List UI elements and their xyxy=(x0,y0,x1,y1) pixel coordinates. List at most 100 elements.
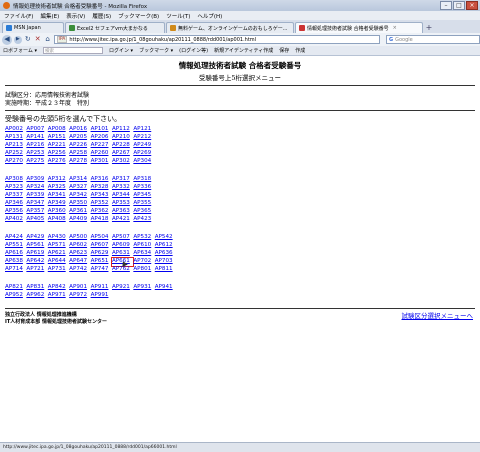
exam-number-link[interactable]: AP343 xyxy=(91,192,112,200)
exam-number-link[interactable]: AP638 xyxy=(5,258,26,266)
exam-number-link[interactable]: AP742 xyxy=(69,266,90,274)
exam-number-link[interactable]: AP205 xyxy=(69,134,90,142)
stop-button[interactable]: ✕ xyxy=(34,35,42,45)
exam-number-link[interactable]: AP607 xyxy=(91,242,112,250)
exam-number-link[interactable]: AP609 xyxy=(112,242,133,250)
exam-number-link[interactable]: AP972 xyxy=(69,292,90,300)
exam-number-link[interactable]: AP360 xyxy=(48,208,69,216)
exam-number-link[interactable]: AP206 xyxy=(91,134,112,142)
exam-number-link[interactable]: AP702 xyxy=(133,258,154,266)
exam-number-link[interactable]: AP309 xyxy=(26,176,47,184)
exam-number-link[interactable]: AP619 xyxy=(26,250,47,258)
exam-number-link[interactable]: AP361 xyxy=(69,208,90,216)
exam-number-link[interactable]: AP418 xyxy=(91,216,112,224)
exam-number-link[interactable]: AP636 xyxy=(155,250,176,258)
exam-number-link[interactable]: AP316 xyxy=(91,176,112,184)
exam-number-link[interactable]: AP911 xyxy=(91,284,112,292)
exam-number-link[interactable]: AP002 xyxy=(5,126,26,134)
exam-number-link[interactable]: AP269 xyxy=(133,150,154,158)
exam-number-link[interactable]: AP551 xyxy=(5,242,26,250)
exam-number-link[interactable]: AP721 xyxy=(26,266,47,274)
exam-number-link[interactable]: AP747 xyxy=(91,266,112,274)
exam-number-link[interactable]: AP811 xyxy=(155,266,176,274)
exam-number-link[interactable]: AP347 xyxy=(26,200,47,208)
exam-number-link[interactable]: AP323 xyxy=(5,184,26,192)
exam-number-link[interactable]: AP408 xyxy=(48,216,69,224)
bookmark-button[interactable]: ブックマーク ▾ xyxy=(139,47,173,54)
exam-number-link[interactable]: AP270 xyxy=(5,158,26,166)
exam-number-link[interactable]: AP651 xyxy=(91,258,112,266)
site-identity-badge[interactable]: IPA xyxy=(56,36,68,43)
exam-number-link[interactable]: AP256 xyxy=(48,150,69,158)
exam-number-link[interactable]: AP308 xyxy=(5,176,26,184)
forward-button[interactable]: ▶ xyxy=(13,35,22,44)
exam-number-link[interactable]: AP629 xyxy=(91,250,112,258)
exam-number-link[interactable]: AP365 xyxy=(133,208,154,216)
exam-number-link[interactable]: AP821 xyxy=(5,284,26,292)
exam-number-link[interactable]: AP341 xyxy=(48,192,69,200)
close-button[interactable]: × xyxy=(466,1,478,10)
exam-number-link[interactable]: AP325 xyxy=(48,184,69,192)
exam-number-link[interactable]: AP644 xyxy=(48,258,69,266)
exam-number-link[interactable]: AP342 xyxy=(69,192,90,200)
menu-bookmarks[interactable]: ブックマーク(B) xyxy=(118,12,159,20)
exam-number-link[interactable]: AP352 xyxy=(91,200,112,208)
exam-number-link[interactable]: AP112 xyxy=(112,126,133,134)
exam-number-link[interactable]: AP327 xyxy=(69,184,90,192)
exam-number-link[interactable]: AP634 xyxy=(133,250,154,258)
menu-view[interactable]: 表示(V) xyxy=(66,12,85,20)
exam-number-link[interactable]: AP221 xyxy=(48,142,69,150)
exam-number-link[interactable]: AP423 xyxy=(133,216,154,224)
exam-number-link[interactable]: AP355 xyxy=(133,200,154,208)
exam-number-link[interactable]: AP258 xyxy=(69,150,90,158)
exam-number-link[interactable]: AP131 xyxy=(5,134,26,142)
roboform-search-input[interactable]: 検索 xyxy=(42,47,103,54)
exam-number-link[interactable]: AP101 xyxy=(91,126,112,134)
exam-number-link[interactable]: AP612 xyxy=(155,242,176,250)
exam-number-link[interactable]: AP542 xyxy=(155,234,176,242)
exam-number-link[interactable]: AP007 xyxy=(26,126,47,134)
exam-number-link[interactable]: AP931 xyxy=(133,284,154,292)
exam-number-link[interactable]: AP642 xyxy=(26,258,47,266)
exam-number-link[interactable]: AP332 xyxy=(112,184,133,192)
exam-number-link[interactable]: AP252 xyxy=(5,150,26,158)
exam-number-link[interactable]: AP405 xyxy=(26,216,47,224)
maximize-button[interactable]: □ xyxy=(453,1,465,10)
exam-number-link[interactable]: AP532 xyxy=(133,234,154,242)
exam-number-link[interactable]: AP345 xyxy=(133,192,154,200)
exam-number-link[interactable]: AP301 xyxy=(91,158,112,166)
exam-number-link[interactable]: AP362 xyxy=(91,208,112,216)
save-button[interactable]: 保存 xyxy=(279,47,289,54)
exam-number-link[interactable]: AP500 xyxy=(69,234,90,242)
exam-number-link[interactable]: AP602 xyxy=(69,242,90,250)
exam-number-link[interactable]: AP504 xyxy=(91,234,112,242)
exam-number-link[interactable]: AP249 xyxy=(133,142,154,150)
exam-number-link[interactable]: AP216 xyxy=(26,142,47,150)
exam-number-link[interactable]: AP226 xyxy=(69,142,90,150)
address-bar[interactable]: IPA http://www.jitec.ipa.go.jp/1_08gouha… xyxy=(53,35,380,44)
exam-number-link[interactable]: AP267 xyxy=(112,150,133,158)
exam-number-link[interactable]: AP801 xyxy=(133,266,154,274)
exam-number-link[interactable]: AP339 xyxy=(26,192,47,200)
exam-number-link[interactable]: AP623 xyxy=(69,250,90,258)
exam-number-link[interactable]: AP344 xyxy=(112,192,133,200)
search-box[interactable]: G Google xyxy=(385,35,480,44)
exam-number-link[interactable]: AP703 xyxy=(155,258,176,266)
exam-number-link[interactable]: AP991 xyxy=(91,292,112,300)
exam-number-link[interactable]: AP842 xyxy=(48,284,69,292)
roboform-button[interactable]: ロボフォーム ▾ xyxy=(3,47,37,54)
exam-number-link[interactable]: AP260 xyxy=(91,150,112,158)
exam-number-link[interactable]: AP317 xyxy=(112,176,133,184)
exam-number-link[interactable]: AP318 xyxy=(133,176,154,184)
create-button[interactable]: 作成 xyxy=(295,47,305,54)
exam-number-link[interactable]: AP346 xyxy=(5,200,26,208)
exam-number-link[interactable]: AP941 xyxy=(155,284,176,292)
back-button[interactable]: ◀ xyxy=(2,34,12,45)
exam-number-link[interactable]: AP228 xyxy=(112,142,133,150)
login-list-button[interactable]: (ログイン等) xyxy=(179,47,208,54)
exam-number-link[interactable]: AP901 xyxy=(69,284,90,292)
exam-number-link[interactable]: AP409 xyxy=(69,216,90,224)
back-to-category-link[interactable]: 試験区分選択メニューへ xyxy=(402,310,474,320)
tab-games[interactable]: 無料ゲーム、オンラインゲームのおもしろゲー... xyxy=(166,22,294,33)
login-button[interactable]: ログイン ▾ xyxy=(109,47,133,54)
